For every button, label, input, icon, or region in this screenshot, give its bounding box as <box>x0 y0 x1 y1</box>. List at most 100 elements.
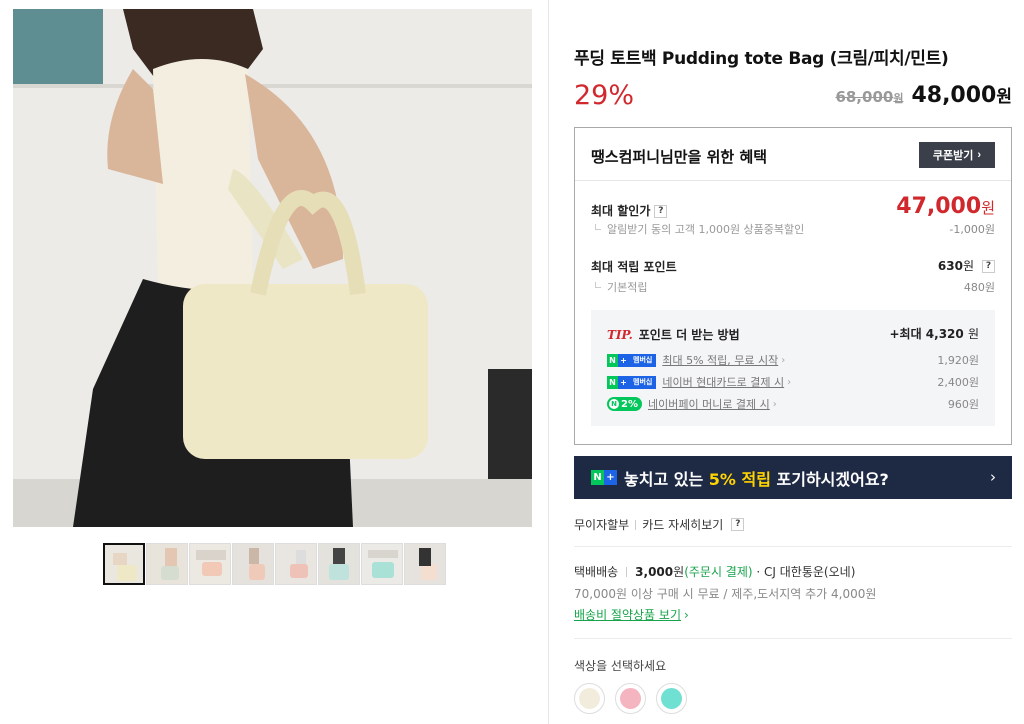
benefit-header: 땡스컴퍼니님만을 위한 혜택 쿠폰받기 › <box>575 128 1011 181</box>
membership-badge-label: 멤버십 <box>629 353 657 367</box>
tip-link-text[interactable]: 네이버페이 머니로 결제 시 <box>648 396 770 412</box>
product-title: 푸딩 토트백 Pudding tote Bag (크림/피치/민트) <box>574 49 949 69</box>
basic-point-label: 기본적립 <box>595 279 647 295</box>
original-price-currency: 원 <box>893 92 904 105</box>
naver-membership-badge: N + 멤버십 <box>607 375 657 389</box>
tip-amount: 2,400원 <box>937 376 979 389</box>
chevron-right-icon: › <box>990 468 996 486</box>
shipping-fee-currency: 원 <box>673 565 685 579</box>
installment-row: 무이자할부 카드 자세히보기 ? <box>574 516 745 533</box>
thumbnail-2[interactable] <box>146 543 188 585</box>
max-discount-label-text: 최대 할인가 <box>591 204 651 218</box>
panel-divider <box>548 0 549 724</box>
thumbnail-8[interactable] <box>404 543 446 585</box>
swatch-dot <box>620 688 641 709</box>
color-swatch-cream[interactable] <box>574 683 605 714</box>
max-point-label: 최대 적립 포인트 <box>591 260 677 274</box>
shipping-info: 택배배송 3,000원(주문시 결제) · CJ 대한통운(오네) <box>574 563 855 580</box>
tip-max: +최대 4,320 원 <box>889 325 979 342</box>
sale-price-currency: 원 <box>996 87 1012 107</box>
product-photo-illustration <box>13 9 532 527</box>
shipping-fee: 3,000 <box>635 565 674 579</box>
plus-icon: + <box>618 375 629 389</box>
coupon-button[interactable]: 쿠폰받기 › <box>919 142 995 168</box>
card-detail-link[interactable]: 카드 자세히보기 <box>642 516 723 533</box>
tip-amount: 960원 <box>947 398 979 411</box>
plus-icon: + <box>618 353 629 367</box>
shipping-condition: 70,000원 이상 구매 시 무료 / 제주,도서지역 추가 4,000원 <box>574 587 877 601</box>
color-swatch-mint[interactable] <box>656 683 687 714</box>
main-product-image <box>13 9 532 527</box>
banner-highlight: 5% 적립 <box>708 469 771 489</box>
price-row: 68,000원 48,000원 <box>835 82 1012 108</box>
naver-n-icon: N <box>607 353 618 367</box>
help-icon[interactable]: ? <box>731 518 745 531</box>
max-point-value: 630원? <box>938 257 995 274</box>
divider <box>574 638 1012 639</box>
swatch-dot <box>579 688 600 709</box>
naver-n-icon: N <box>607 375 618 389</box>
color-select-label: 색상을 선택하세요 <box>574 659 667 673</box>
naverpay-n-icon: N <box>609 399 619 409</box>
chevron-right-icon: › <box>977 149 982 161</box>
separator <box>635 519 637 530</box>
tip-title: TIP. 포인트 더 받는 방법 <box>607 326 740 343</box>
naver-plus-badge: N + <box>591 470 617 485</box>
plus-icon: + <box>604 470 617 485</box>
shipping-save-link-text: 배송비 절약상품 보기 <box>574 608 681 622</box>
banner-text: 놓치고 있는 5% 적립 포기하시겠어요? <box>624 466 889 490</box>
tip-link-text[interactable]: 최대 5% 적립, 무료 시작 <box>662 352 778 368</box>
color-swatch-peach[interactable] <box>615 683 646 714</box>
naverpay-percent-badge: N 2% <box>607 397 642 411</box>
basic-point-label-text: 기본적립 <box>607 281 648 294</box>
tip-max-currency: 원 <box>967 327 979 341</box>
max-discount-currency: 원 <box>981 199 995 217</box>
benefit-box: 땡스컴퍼니님만을 위한 혜택 쿠폰받기 › 최대 할인가? 47,000원 알림받… <box>574 127 1012 445</box>
naver-n-icon: N <box>591 470 604 485</box>
coupon-button-label: 쿠폰받기 <box>932 150 974 162</box>
tip-box: TIP. 포인트 더 받는 방법 +최대 4,320 원 N + 멤버십 최대 5% … <box>591 310 995 426</box>
tip-row-hyundai-card[interactable]: N + 멤버십 네이버 현대카드로 결제 시 › 2,400원 <box>607 374 979 390</box>
discount-sub-value: -1,000원 <box>949 223 995 236</box>
tip-amount: 1,920원 <box>937 354 979 367</box>
thumbnail-4[interactable] <box>232 543 274 585</box>
chevron-right-icon: › <box>781 354 786 366</box>
thumbnail-7[interactable] <box>361 543 403 585</box>
swatch-dot <box>661 688 682 709</box>
sale-price-value: 48,000 <box>911 83 997 108</box>
divider <box>574 546 1012 547</box>
tip-row-membership[interactable]: N + 멤버십 최대 5% 적립, 무료 시작 › 1,920원 <box>607 352 979 368</box>
tree-corner-icon <box>595 282 601 288</box>
shipping-carrier: · CJ 대한통운(오네) <box>756 565 856 579</box>
thumbnail-6[interactable] <box>318 543 360 585</box>
basic-point-value: 480원 <box>963 281 995 294</box>
original-price-value: 68,000 <box>835 88 894 106</box>
max-point-amount: 630 <box>937 259 963 273</box>
original-price: 68,000원 <box>835 88 903 106</box>
shipping-save-link[interactable]: 배송비 절약상품 보기 › <box>574 606 689 623</box>
chevron-right-icon: › <box>772 398 777 410</box>
discount-sub-label: 알림받기 동의 고객 1,000원 상품중복할인 <box>595 221 804 237</box>
sale-price: 48,000원 <box>911 82 1012 108</box>
tip-row-naverpay-money[interactable]: N 2% 네이버페이 머니로 결제 시 › 960원 <box>607 396 979 412</box>
shipping-type: 택배배송 <box>574 565 619 579</box>
tip-title-text: 포인트 더 받는 방법 <box>638 328 740 342</box>
separator <box>626 567 628 577</box>
max-discount-price-value: 47,000 <box>896 194 982 219</box>
discount-rate: 29% <box>574 80 635 111</box>
naver-membership-badge: N + 멤버십 <box>607 353 657 367</box>
max-discount-label: 최대 할인가? <box>591 202 668 219</box>
membership-badge-label: 멤버십 <box>629 375 657 389</box>
chevron-right-icon: › <box>684 608 689 622</box>
tip-link-text[interactable]: 네이버 현대카드로 결제 시 <box>662 374 784 390</box>
installment-label: 무이자할부 <box>574 518 630 532</box>
thumbnail-1[interactable] <box>103 543 145 585</box>
help-icon[interactable]: ? <box>654 205 668 218</box>
thumbnail-5[interactable] <box>275 543 317 585</box>
thumbnail-3[interactable] <box>189 543 231 585</box>
help-icon[interactable]: ? <box>982 260 995 273</box>
membership-promo-banner[interactable]: N + 놓치고 있는 5% 적립 포기하시겠어요? › <box>574 456 1012 499</box>
tree-corner-icon <box>595 224 601 230</box>
max-point-currency: 원 <box>962 259 974 273</box>
thumbnail-strip <box>103 543 446 585</box>
